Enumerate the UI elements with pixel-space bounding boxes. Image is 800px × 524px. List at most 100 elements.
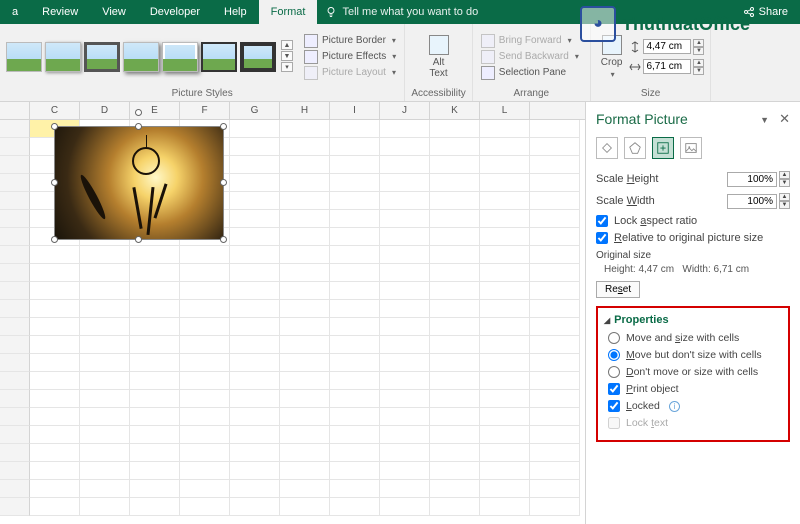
tab-fragment[interactable]: a xyxy=(0,0,30,24)
cell[interactable] xyxy=(280,462,330,480)
cell[interactable] xyxy=(230,138,280,156)
scale-width-input[interactable] xyxy=(727,194,777,209)
resize-handle-r[interactable] xyxy=(220,179,227,186)
cell[interactable] xyxy=(330,174,380,192)
cell[interactable] xyxy=(480,156,530,174)
lock-aspect-checkbox[interactable] xyxy=(596,215,608,227)
cell[interactable] xyxy=(230,282,280,300)
cell[interactable] xyxy=(480,264,530,282)
cell[interactable] xyxy=(330,372,380,390)
cell[interactable] xyxy=(380,300,430,318)
resize-handle-bl[interactable] xyxy=(51,236,58,243)
cell[interactable] xyxy=(480,210,530,228)
cell[interactable] xyxy=(380,426,430,444)
alt-text-button[interactable]: Alt Text xyxy=(425,33,453,81)
cell[interactable] xyxy=(480,408,530,426)
cell[interactable] xyxy=(30,264,80,282)
pane-close-icon[interactable]: ✕ xyxy=(779,111,790,126)
cell[interactable] xyxy=(330,120,380,138)
cell[interactable] xyxy=(430,444,480,462)
style-preset-7[interactable] xyxy=(240,42,276,72)
inserted-picture[interactable] xyxy=(54,126,224,240)
row-header[interactable] xyxy=(0,318,30,336)
relative-size-checkbox[interactable] xyxy=(596,232,608,244)
cell[interactable] xyxy=(80,318,130,336)
scale-w-down[interactable]: ▼ xyxy=(779,201,790,209)
cell[interactable] xyxy=(130,480,180,498)
row-header[interactable] xyxy=(0,354,30,372)
tab-format[interactable]: Format xyxy=(259,0,318,24)
row-header[interactable] xyxy=(0,120,30,138)
cell[interactable] xyxy=(130,390,180,408)
gallery-down-icon[interactable]: ▼ xyxy=(281,51,293,61)
width-input[interactable] xyxy=(643,59,691,74)
picture-effects-button[interactable]: Picture Effects▾ xyxy=(302,49,398,65)
cell[interactable] xyxy=(480,336,530,354)
cell[interactable] xyxy=(130,246,180,264)
cell[interactable] xyxy=(280,210,330,228)
cell[interactable] xyxy=(280,264,330,282)
style-preset-5[interactable] xyxy=(162,42,198,72)
cell[interactable] xyxy=(330,282,380,300)
cell[interactable] xyxy=(430,210,480,228)
row-header[interactable] xyxy=(0,498,30,516)
resize-handle-br[interactable] xyxy=(220,236,227,243)
cell[interactable] xyxy=(30,426,80,444)
cell[interactable] xyxy=(480,354,530,372)
spreadsheet-grid[interactable]: C D E F G H I J K L ,00011%5,576,868 xyxy=(0,102,585,524)
cell[interactable] xyxy=(480,192,530,210)
cell[interactable] xyxy=(330,408,380,426)
cell[interactable] xyxy=(430,120,480,138)
cell[interactable] xyxy=(80,246,130,264)
cell[interactable] xyxy=(80,462,130,480)
height-input[interactable] xyxy=(643,39,691,54)
cell[interactable] xyxy=(530,372,580,390)
resize-handle-tr[interactable] xyxy=(220,123,227,130)
cell[interactable] xyxy=(30,498,80,516)
cell[interactable] xyxy=(130,444,180,462)
row-header[interactable] xyxy=(0,480,30,498)
cell[interactable] xyxy=(480,444,530,462)
cell[interactable] xyxy=(130,264,180,282)
row-header[interactable] xyxy=(0,426,30,444)
cell[interactable] xyxy=(80,336,130,354)
cell[interactable] xyxy=(230,192,280,210)
height-spin-down[interactable]: ▼ xyxy=(693,47,704,55)
cell[interactable] xyxy=(80,426,130,444)
cell[interactable] xyxy=(280,498,330,516)
cell[interactable] xyxy=(80,354,130,372)
resize-handle-b[interactable] xyxy=(135,236,142,243)
cell[interactable] xyxy=(380,192,430,210)
cell[interactable] xyxy=(30,336,80,354)
cell[interactable] xyxy=(530,264,580,282)
row-header[interactable] xyxy=(0,156,30,174)
resize-handle-l[interactable] xyxy=(51,179,58,186)
cell[interactable] xyxy=(430,408,480,426)
tab-review[interactable]: Review xyxy=(30,0,90,24)
cell[interactable] xyxy=(280,390,330,408)
cell[interactable] xyxy=(180,336,230,354)
cell[interactable] xyxy=(380,156,430,174)
col-header-c[interactable]: C xyxy=(30,102,80,119)
cell[interactable] xyxy=(230,264,280,282)
style-preset-2[interactable] xyxy=(45,42,81,72)
dont-move-radio[interactable] xyxy=(608,366,620,378)
cell[interactable] xyxy=(280,156,330,174)
cell[interactable] xyxy=(430,192,480,210)
cell[interactable] xyxy=(230,354,280,372)
style-preset-6[interactable] xyxy=(201,42,237,72)
cell[interactable] xyxy=(280,318,330,336)
cell[interactable] xyxy=(80,408,130,426)
cell[interactable] xyxy=(230,174,280,192)
scale-h-up[interactable]: ▲ xyxy=(779,171,790,179)
cell[interactable] xyxy=(230,426,280,444)
cell[interactable] xyxy=(380,138,430,156)
cell[interactable] xyxy=(130,354,180,372)
cell[interactable] xyxy=(480,138,530,156)
cell[interactable] xyxy=(480,498,530,516)
cell[interactable] xyxy=(530,336,580,354)
cell[interactable] xyxy=(330,336,380,354)
move-nosize-radio[interactable] xyxy=(608,349,620,361)
cell[interactable] xyxy=(430,372,480,390)
style-preset-4[interactable] xyxy=(123,42,159,72)
